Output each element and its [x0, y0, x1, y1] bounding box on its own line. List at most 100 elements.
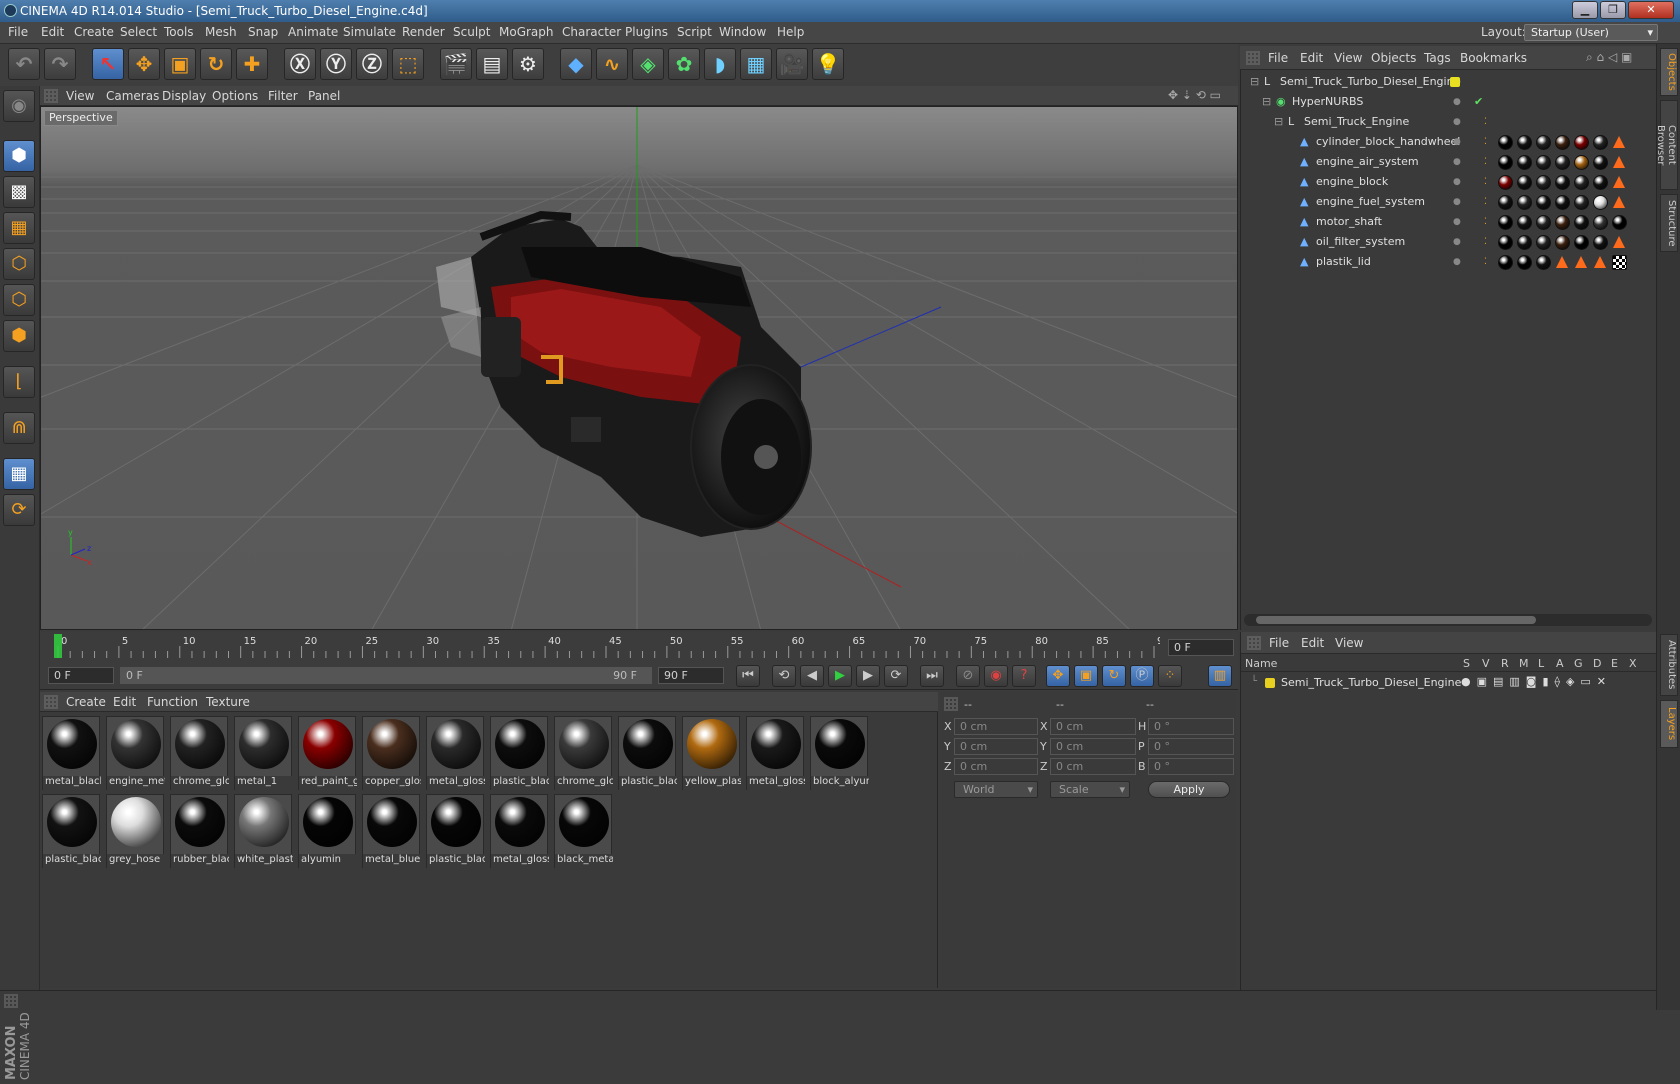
phong-tag-icon[interactable]: ⁚ — [1484, 132, 1487, 152]
object-name[interactable]: motor_shaft — [1316, 212, 1382, 232]
menu-select[interactable]: Select — [120, 25, 157, 39]
object-row[interactable]: ▲ oil_filter_system ● ⁚ — [1240, 232, 1656, 252]
panel-handle-icon[interactable] — [944, 697, 958, 711]
scale-mode-dropdown[interactable]: Scale ▾ — [1050, 781, 1130, 798]
material-thumbnail[interactable]: white_plastic — [234, 794, 293, 868]
rotate-tool-button[interactable]: ↻ — [200, 48, 232, 80]
panel-handle-icon[interactable] — [44, 89, 58, 103]
material-tag-icon[interactable] — [1574, 135, 1589, 150]
minimize-button[interactable]: ▁ — [1572, 1, 1598, 19]
z-axis-lock-button[interactable]: Ⓩ — [356, 48, 388, 80]
texture-tag-icon[interactable] — [1613, 136, 1625, 148]
material-tag-icon[interactable] — [1517, 255, 1532, 270]
material-menu-texture[interactable]: Texture — [206, 695, 250, 709]
material-tag-icon[interactable] — [1498, 235, 1513, 250]
viewport-nav-icons[interactable]: ✥ ⇣ ⟲ ▭ — [1168, 88, 1221, 102]
material-thumbnail[interactable]: plastic_black — [490, 716, 549, 790]
panel-handle-icon[interactable] — [1246, 51, 1260, 65]
previous-frame-button[interactable]: ◀ — [800, 665, 824, 687]
material-thumbnail[interactable]: chrome_gloss — [170, 716, 229, 790]
visibility-dot-icon[interactable]: ● — [1453, 112, 1461, 132]
object-row[interactable]: ▲ engine_air_system ● ⁚ — [1240, 152, 1656, 172]
visibility-dot-icon[interactable]: ● — [1453, 172, 1461, 192]
material-menu-create[interactable]: Create — [66, 695, 106, 709]
material-tag-icon[interactable] — [1574, 175, 1589, 190]
object-name[interactable]: engine_fuel_system — [1316, 192, 1425, 212]
apply-button[interactable]: Apply — [1148, 781, 1230, 798]
visibility-dot-icon[interactable]: ● — [1453, 252, 1461, 272]
menu-mesh[interactable]: Mesh — [205, 25, 237, 39]
texture-tag-icon[interactable] — [1613, 236, 1625, 248]
material-thumbnail[interactable]: metal_gloss — [426, 716, 485, 790]
phong-tag-icon[interactable]: ⁚ — [1484, 152, 1487, 172]
material-thumbnail[interactable]: red_paint_gloss — [298, 716, 357, 790]
cube-primitive-button[interactable]: ◆ — [560, 48, 592, 80]
add-object-button[interactable]: ✚ — [236, 48, 268, 80]
material-tag-icon[interactable] — [1517, 215, 1532, 230]
material-thumbnail[interactable]: black_metal — [554, 794, 613, 868]
object-row[interactable]: ▲ cylinder_block_handwheel ● ⁚ — [1240, 132, 1656, 152]
material-tag-icon[interactable] — [1593, 155, 1608, 170]
phong-tag-icon[interactable]: ⁚ — [1484, 112, 1487, 132]
object-menu-tags[interactable]: Tags — [1424, 51, 1451, 65]
x-axis-lock-button[interactable]: Ⓧ — [284, 48, 316, 80]
material-thumbnail[interactable]: metal_1 — [234, 716, 293, 790]
viewport-camera-label[interactable]: Perspective — [44, 110, 118, 126]
object-row[interactable]: ▲ engine_block ● ⁚ — [1240, 172, 1656, 192]
material-tag-icon[interactable] — [1536, 235, 1551, 250]
object-name[interactable]: engine_air_system — [1316, 152, 1419, 172]
panel-handle-icon[interactable] — [1247, 636, 1261, 650]
viewport-menu-display[interactable]: Display — [162, 89, 206, 103]
current-frame-field[interactable]: 0 F — [1168, 639, 1234, 656]
object-row[interactable]: ⊟ ◉ HyperNURBS ● ✔ — [1240, 92, 1656, 112]
3d-viewport[interactable]: y z x Perspective — [40, 106, 1238, 630]
key-parameter-button[interactable]: Ⓟ — [1130, 665, 1154, 687]
deformer-button[interactable]: ◗ — [704, 48, 736, 80]
object-row[interactable]: ▲ engine_fuel_system ● ⁚ — [1240, 192, 1656, 212]
texture-tag-icon[interactable] — [1594, 256, 1606, 268]
menu-plugins[interactable]: Plugins — [625, 25, 668, 39]
panel-handle-icon[interactable] — [4, 994, 18, 1008]
material-tag-icon[interactable] — [1517, 195, 1532, 210]
viewport-menu-options[interactable]: Options — [212, 89, 258, 103]
layer-flag-icons[interactable]: ●▣▤▥◙▮⟠◈▭✕ — [1461, 675, 1612, 688]
material-tag-icon[interactable] — [1536, 175, 1551, 190]
expand-icon[interactable]: ⊟ — [1250, 72, 1259, 92]
visibility-dot-icon[interactable]: ● — [1453, 152, 1461, 172]
material-tag-icon[interactable] — [1498, 215, 1513, 230]
render-view-button[interactable]: 🎬 — [440, 48, 472, 80]
material-tag-icon[interactable] — [1536, 255, 1551, 270]
visibility-dot-icon[interactable]: ● — [1453, 192, 1461, 212]
layer-menu-file[interactable]: File — [1269, 636, 1289, 650]
layer-color-swatch[interactable] — [1450, 77, 1460, 87]
size-x-field[interactable]: 0 cm — [1050, 718, 1136, 735]
menu-tools[interactable]: Tools — [164, 25, 194, 39]
material-thumbnail[interactable]: copper_gloss — [362, 716, 421, 790]
material-tag-icon[interactable] — [1498, 255, 1513, 270]
object-name[interactable]: Semi_Truck_Engine — [1304, 112, 1409, 132]
material-thumbnail[interactable]: block_alyuminium — [810, 716, 869, 790]
material-tag-icon[interactable] — [1574, 215, 1589, 230]
workplane-mode-button[interactable]: ▦ — [3, 212, 35, 244]
material-tag-icon[interactable] — [1498, 175, 1513, 190]
material-tag-icon[interactable] — [1555, 235, 1570, 250]
object-name[interactable]: engine_block — [1316, 172, 1388, 192]
material-tag-icon[interactable] — [1517, 155, 1532, 170]
material-thumbnail[interactable]: metal_blue — [362, 794, 421, 868]
object-menu-file[interactable]: File — [1268, 51, 1288, 65]
scale-tool-button[interactable]: ▣ — [164, 48, 196, 80]
material-thumbnail[interactable]: plastic_black — [42, 794, 101, 868]
object-menu-view[interactable]: View — [1334, 51, 1362, 65]
material-tag-icon[interactable] — [1593, 135, 1608, 150]
autokey-button[interactable]: ◉ — [984, 665, 1008, 687]
menu-script[interactable]: Script — [677, 25, 712, 39]
material-tag-icon[interactable] — [1555, 215, 1570, 230]
viewport-menu-filter[interactable]: Filter — [268, 89, 298, 103]
make-editable-button[interactable]: ◉ — [3, 90, 35, 122]
object-name[interactable]: plastik_lid — [1316, 252, 1371, 272]
phong-tag-icon[interactable]: ⁚ — [1484, 232, 1487, 252]
array-button[interactable]: ✿ — [668, 48, 700, 80]
material-thumbnail[interactable]: rubber_black — [170, 794, 229, 868]
material-thumbnail[interactable]: alyumin — [298, 794, 357, 868]
layer-menu-edit[interactable]: Edit — [1301, 636, 1324, 650]
